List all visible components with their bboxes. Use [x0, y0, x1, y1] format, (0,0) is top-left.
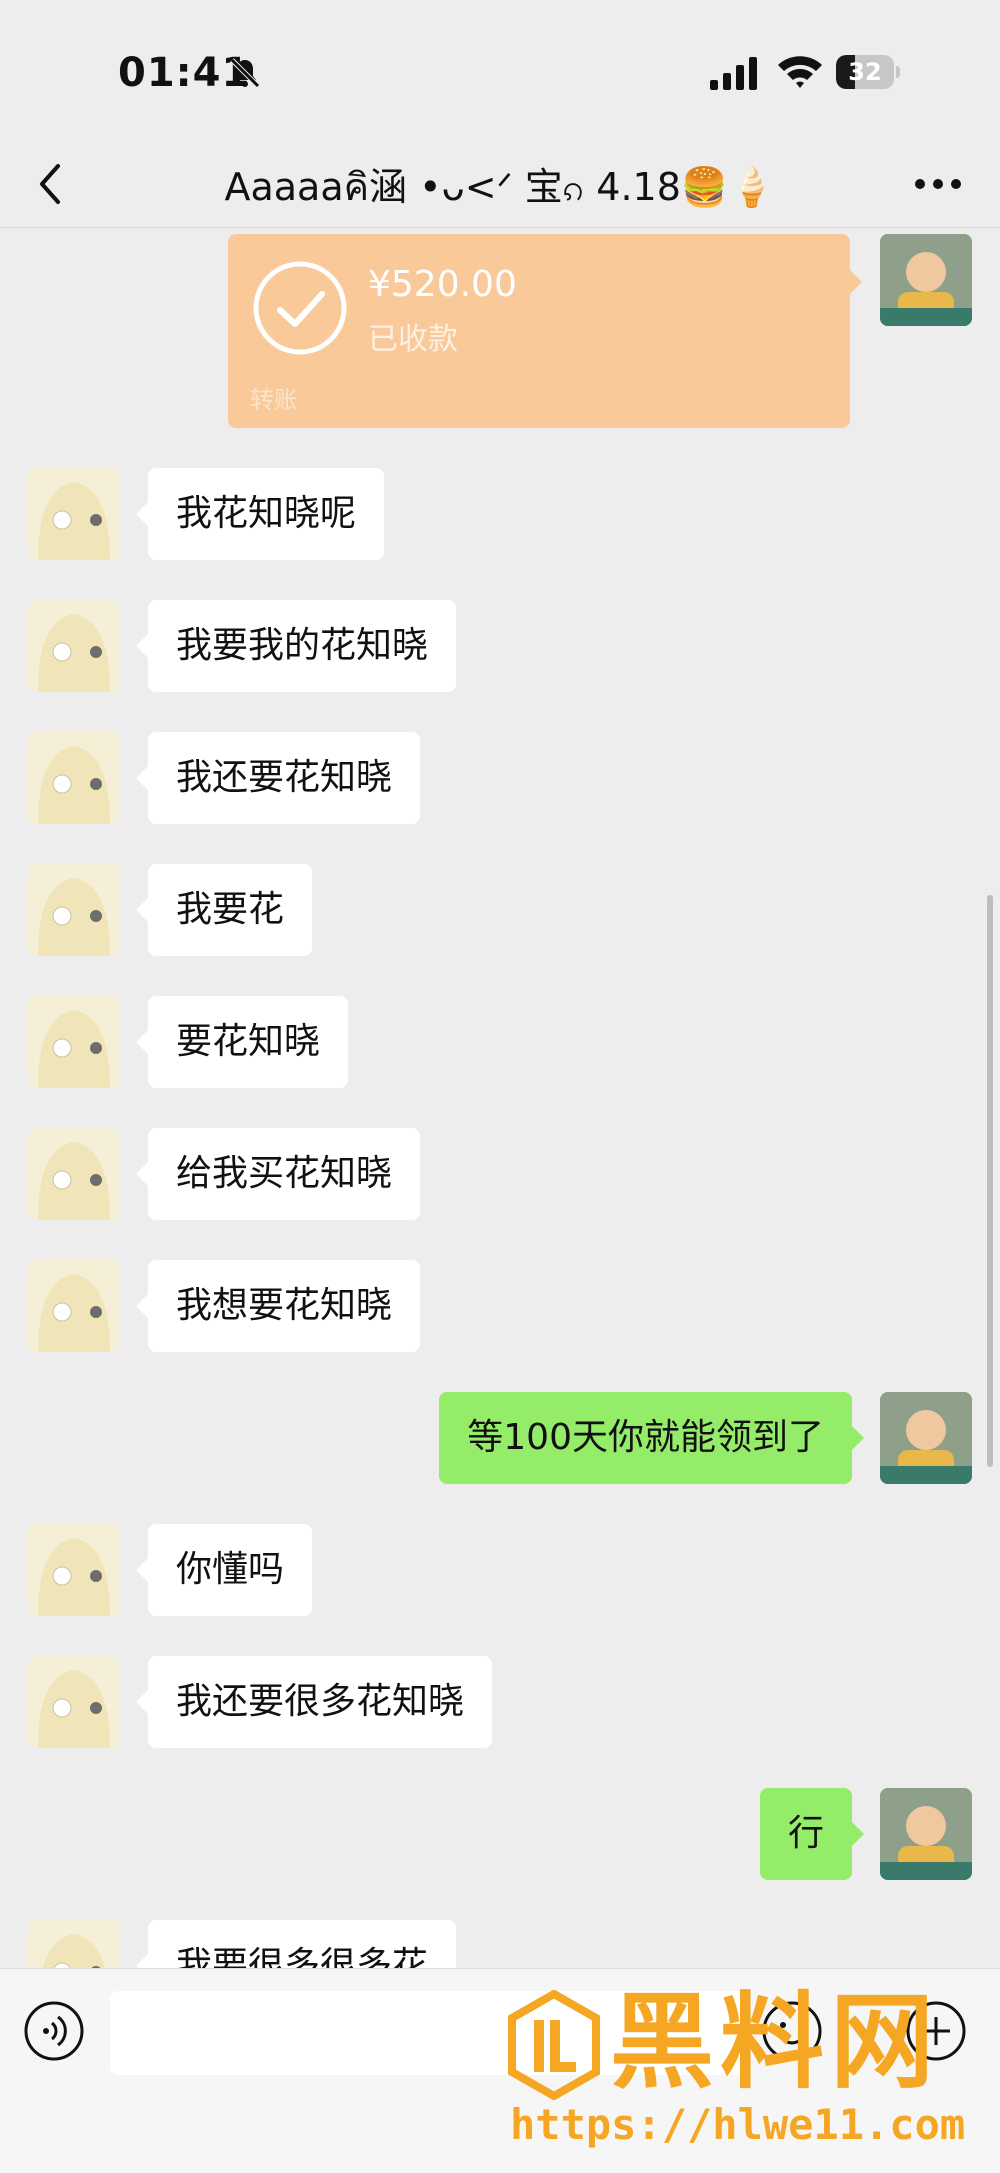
watermark-url: https://hlwe11.com — [510, 2100, 966, 2149]
contact-avatar[interactable] — [28, 1128, 120, 1220]
more-icon[interactable] — [908, 162, 968, 206]
battery-icon: 32 — [836, 55, 900, 89]
contact-avatar[interactable] — [28, 732, 120, 824]
contact-avatar[interactable] — [28, 468, 120, 560]
my-avatar[interactable] — [880, 1788, 972, 1880]
message-bubble[interactable]: 给我买花知晓 — [135, 1128, 421, 1220]
message-bubble[interactable]: 要花知晓 — [135, 996, 349, 1088]
status-bar: 01:41 32 — [0, 0, 1000, 140]
message-bubble[interactable]: 我花知晓呢 — [135, 468, 385, 560]
battery-level: 32 — [848, 58, 882, 86]
back-arrow-icon[interactable] — [30, 158, 70, 210]
transfer-label: 转账 — [250, 386, 298, 414]
chat-header: Aaaaaคิ涵 •ᴗ<ᐟ 宝ၵ 4.18🍔🍦 — [0, 140, 1000, 228]
message-bubble[interactable]: 你懂吗 — [135, 1524, 313, 1616]
wifi-icon — [778, 56, 822, 88]
signal-icon — [710, 57, 757, 90]
contact-avatar[interactable] — [28, 1656, 120, 1748]
message-bubble[interactable]: 我还要花知晓 — [135, 732, 421, 824]
message-bubble[interactable]: 我还要很多花知晓 — [135, 1656, 493, 1748]
chat-title: Aaaaaคิ涵 •ᴗ<ᐟ 宝ၵ 4.18🍔🍦 — [224, 165, 776, 209]
watermark-logo-icon — [508, 1990, 600, 2100]
transfer-amount: ¥520.00 — [368, 264, 517, 305]
message-bubble[interactable]: 我想要花知晓 — [135, 1260, 421, 1352]
my-avatar[interactable] — [880, 1392, 972, 1484]
message-bubble[interactable]: 等100天你就能领到了 — [439, 1392, 864, 1484]
message-bubble[interactable]: 我要我的花知晓 — [135, 600, 457, 692]
voice-icon[interactable] — [22, 1999, 86, 2063]
contact-avatar[interactable] — [28, 864, 120, 956]
message-bubble[interactable]: 行 — [759, 1788, 865, 1880]
bell-off-icon — [230, 58, 260, 88]
watermark-name: 黑料网 — [610, 1981, 941, 2103]
transfer-status: 已收款 — [368, 322, 458, 357]
contact-avatar[interactable] — [28, 996, 120, 1088]
contact-avatar[interactable] — [28, 1260, 120, 1352]
my-avatar[interactable] — [880, 234, 972, 326]
scrollbar[interactable] — [987, 895, 993, 1467]
check-circle-icon — [253, 261, 347, 355]
transfer-card[interactable]: ¥520.00 已收款 转账 — [228, 234, 862, 428]
contact-avatar[interactable] — [28, 600, 120, 692]
message-bubble[interactable]: 我要花 — [135, 864, 313, 956]
contact-avatar[interactable] — [28, 1524, 120, 1616]
